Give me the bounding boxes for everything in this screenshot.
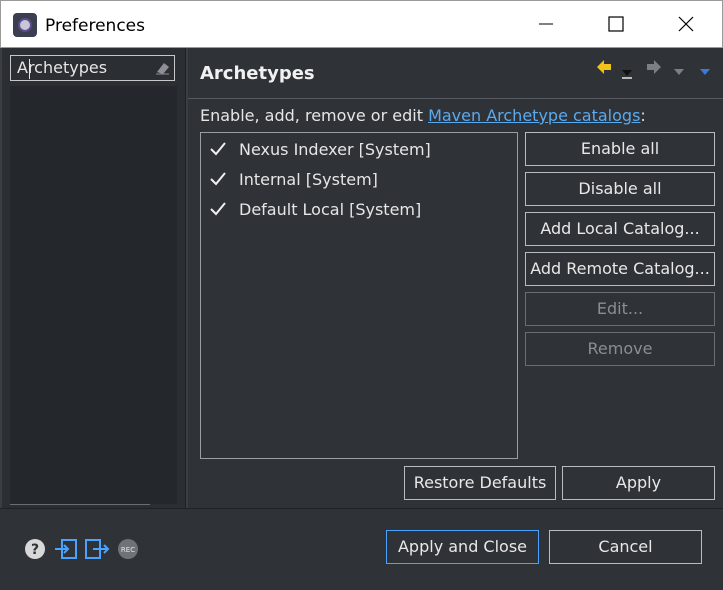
- page-title: Archetypes: [200, 63, 315, 84]
- tree-scrollbar[interactable]: [10, 504, 150, 505]
- apply-and-close-button[interactable]: Apply and Close: [386, 530, 539, 564]
- minimize-icon: [539, 23, 553, 25]
- svg-text:?: ?: [31, 542, 39, 558]
- view-menu-icon[interactable]: [699, 62, 711, 81]
- page-header: Archetypes: [188, 48, 723, 99]
- filter-value: Archetypes: [17, 58, 108, 77]
- window-title: Preferences: [45, 16, 145, 36]
- close-button[interactable]: [663, 1, 709, 47]
- clear-filter-icon[interactable]: [153, 60, 171, 76]
- add-local-catalog-button[interactable]: Add Local Catalog...: [525, 212, 715, 246]
- restore-defaults-button[interactable]: Restore Defaults: [404, 466, 556, 500]
- rec-label: REC: [121, 546, 135, 554]
- maximize-button[interactable]: [593, 1, 639, 47]
- archetypes-page: Archetypes Enable, add, remove or edit M…: [188, 48, 723, 508]
- dialog-body: Archetypes Archetypes Enable, add, remov…: [0, 48, 723, 590]
- apply-button[interactable]: Apply: [562, 466, 715, 500]
- import-preferences-icon[interactable]: [54, 538, 78, 564]
- catalog-item[interactable]: Nexus Indexer [System]: [209, 136, 431, 162]
- checkbox-checked-icon[interactable]: [209, 200, 227, 218]
- enable-all-button[interactable]: Enable all: [525, 132, 715, 166]
- title-bar: Preferences: [0, 0, 723, 48]
- cancel-button[interactable]: Cancel: [549, 530, 702, 564]
- catalog-item[interactable]: Internal [System]: [209, 166, 378, 192]
- help-icon[interactable]: ?: [24, 538, 46, 564]
- edit-button[interactable]: Edit...: [525, 292, 715, 326]
- back-arrow-icon[interactable]: [595, 58, 613, 80]
- maximize-icon: [608, 16, 624, 32]
- catalog-label: Default Local [System]: [239, 199, 422, 219]
- description-text: Enable, add, remove or edit: [200, 106, 429, 125]
- preference-tree[interactable]: [10, 86, 177, 504]
- maven-catalogs-link[interactable]: Maven Archetype catalogs: [428, 106, 640, 125]
- forward-arrow-icon[interactable]: [645, 58, 663, 80]
- preference-navigation: Archetypes: [2, 48, 185, 508]
- remove-button[interactable]: Remove: [525, 332, 715, 366]
- catalog-item[interactable]: Default Local [System]: [209, 196, 421, 222]
- add-remote-catalog-button[interactable]: Add Remote Catalog...: [525, 252, 715, 286]
- sash[interactable]: [185, 48, 186, 508]
- filter-input[interactable]: Archetypes: [10, 55, 175, 81]
- catalog-list[interactable]: Nexus Indexer [System] Internal [System]…: [200, 132, 518, 459]
- export-preferences-icon[interactable]: [84, 538, 110, 564]
- back-history-dropdown-icon[interactable]: [621, 64, 633, 83]
- catalog-label: Nexus Indexer [System]: [239, 139, 431, 159]
- disable-all-button[interactable]: Disable all: [525, 172, 715, 206]
- eclipse-app-icon: [13, 13, 37, 37]
- checkbox-checked-icon[interactable]: [209, 170, 227, 188]
- text-caret: [29, 59, 30, 79]
- catalog-label: Internal [System]: [239, 169, 378, 189]
- minimize-button[interactable]: [523, 1, 569, 47]
- page-description: Enable, add, remove or edit Maven Archet…: [200, 106, 646, 125]
- close-icon: [678, 16, 694, 32]
- checkbox-checked-icon[interactable]: [209, 140, 227, 158]
- description-suffix: :: [640, 106, 646, 125]
- record-icon[interactable]: REC: [117, 538, 139, 564]
- forward-history-dropdown-icon[interactable]: [673, 62, 685, 81]
